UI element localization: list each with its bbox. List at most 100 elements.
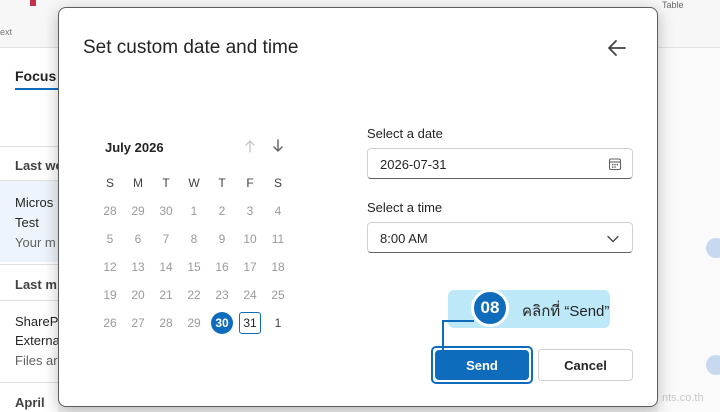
step-number-badge: 08 <box>471 289 509 327</box>
calendar-day[interactable]: 10 <box>236 225 264 253</box>
calendar-icon[interactable] <box>608 157 622 171</box>
ribbon-label: ext <box>0 27 13 37</box>
cancel-button[interactable]: Cancel <box>538 349 633 381</box>
avatar <box>706 355 720 375</box>
message-subject[interactable]: Externa <box>15 333 60 348</box>
calendar-day[interactable]: 6 <box>124 225 152 253</box>
avatar <box>706 238 720 258</box>
weekday-header: S <box>273 176 282 190</box>
weekday-header: F <box>246 176 254 190</box>
calendar-day-label: 2 <box>218 204 226 218</box>
calendar-day[interactable]: 28 <box>152 309 180 337</box>
calendar-day[interactable]: 21 <box>152 281 180 309</box>
time-select[interactable]: 8:00 AM <box>367 222 633 253</box>
calendar-day-label: 13 <box>131 260 145 274</box>
calendar-day[interactable]: 17 <box>236 253 264 281</box>
calendar-day[interactable]: 29 <box>124 197 152 225</box>
calendar-day[interactable]: 5 <box>96 225 124 253</box>
send-button[interactable]: Send <box>435 350 529 380</box>
weekday-header: W <box>188 176 200 190</box>
calendar-day[interactable]: 29 <box>180 309 208 337</box>
date-value: 2026-07-31 <box>380 157 447 172</box>
calendar-day-label: 29 <box>131 204 145 218</box>
calendar-day[interactable]: 12 <box>96 253 124 281</box>
calendar-day-label: 26 <box>103 316 117 330</box>
divider <box>0 180 58 181</box>
calendar-day[interactable]: 30 <box>208 309 236 337</box>
weekday-header: T <box>162 176 170 190</box>
message-subject[interactable]: Test <box>15 215 39 230</box>
arrow-down-icon[interactable] <box>271 138 285 154</box>
calendar-day[interactable]: 7 <box>152 225 180 253</box>
time-label: Select a time <box>367 200 443 215</box>
calendar-day[interactable]: 22 <box>180 281 208 309</box>
calendar-day[interactable]: 1 <box>264 309 292 337</box>
calendar-day-label: 1 <box>190 204 198 218</box>
date-field[interactable]: 2026-07-31 <box>367 148 633 179</box>
calendar-day[interactable]: 3 <box>236 197 264 225</box>
message-preview[interactable]: Your m <box>15 235 56 250</box>
instruction-text: คลิกที่ “Send” <box>522 303 610 320</box>
divider <box>0 146 58 147</box>
tab-focused[interactable]: Focus <box>15 68 56 84</box>
calendar-day[interactable]: 31 <box>236 309 264 337</box>
calendar-day-label: 22 <box>187 288 201 302</box>
calendar-day[interactable]: 11 <box>264 225 292 253</box>
custom-date-dialog: Set custom date and time July 2026 S M T W T… <box>58 7 658 407</box>
group-header-last-month: Last m <box>15 277 57 292</box>
time-value: 8:00 AM <box>380 231 428 246</box>
message-preview[interactable]: Files ar <box>15 353 58 368</box>
calendar-day-label: 7 <box>162 232 170 246</box>
message-sender[interactable]: Micros <box>15 195 53 210</box>
calendar-day-label: 12 <box>103 260 117 274</box>
weekday-header: M <box>133 176 143 190</box>
chevron-down-icon[interactable] <box>606 232 620 246</box>
calendar-day-label: 23 <box>215 288 229 302</box>
callout-leader-line <box>442 320 474 322</box>
calendar-day[interactable]: 23 <box>208 281 236 309</box>
date-label: Select a date <box>367 126 443 141</box>
calendar-day-label: 8 <box>190 232 198 246</box>
calendar-day-label: 17 <box>243 260 257 274</box>
calendar-day[interactable]: 19 <box>96 281 124 309</box>
arrow-up-icon[interactable] <box>243 138 257 154</box>
calendar-day-label: 30 <box>211 312 233 334</box>
dialog-title: Set custom date and time <box>83 37 299 58</box>
group-header-last-week: Last we <box>15 158 63 173</box>
calendar-day[interactable]: 15 <box>180 253 208 281</box>
ribbon-table-button[interactable]: Table <box>662 0 684 10</box>
calendar-day[interactable]: 14 <box>152 253 180 281</box>
calendar-day[interactable]: 18 <box>264 253 292 281</box>
calendar-day[interactable]: 20 <box>124 281 152 309</box>
message-sender[interactable]: ShareP <box>15 314 58 329</box>
calendar-day-label: 5 <box>106 232 114 246</box>
calendar-day[interactable]: 9 <box>208 225 236 253</box>
calendar-day-label: 15 <box>187 260 201 274</box>
calendar-day-label: 16 <box>215 260 229 274</box>
calendar-day[interactable]: 25 <box>264 281 292 309</box>
watermark: nts.co.th <box>662 392 704 404</box>
calendar-day[interactable]: 16 <box>208 253 236 281</box>
calendar-day[interactable]: 28 <box>96 197 124 225</box>
calendar-grid: S M T W T F S 28 29 30 1 2 3 4 5 6 7 8 9 10 11 12 13 14 15 16 17 18… <box>96 169 292 337</box>
calendar-day[interactable]: 4 <box>264 197 292 225</box>
calendar-day[interactable]: 30 <box>152 197 180 225</box>
calendar-day-label: 25 <box>271 288 285 302</box>
calendar-day[interactable]: 2 <box>208 197 236 225</box>
calendar-day-label: 24 <box>243 288 257 302</box>
calendar-day[interactable]: 13 <box>124 253 152 281</box>
divider <box>0 264 58 265</box>
calendar-day-label: 11 <box>271 232 285 246</box>
calendar-day[interactable]: 24 <box>236 281 264 309</box>
calendar-day[interactable]: 8 <box>180 225 208 253</box>
calendar-day-label: 18 <box>271 260 285 274</box>
divider <box>0 382 58 383</box>
calendar-day-label: 31 <box>239 312 261 334</box>
calendar-day[interactable]: 27 <box>124 309 152 337</box>
calendar-day[interactable]: 26 <box>96 309 124 337</box>
calendar-day-label: 29 <box>187 316 201 330</box>
calendar-day-label: 6 <box>134 232 142 246</box>
calendar-day[interactable]: 1 <box>180 197 208 225</box>
calendar-day-label: 10 <box>243 232 257 246</box>
back-arrow-icon[interactable] <box>605 36 629 60</box>
